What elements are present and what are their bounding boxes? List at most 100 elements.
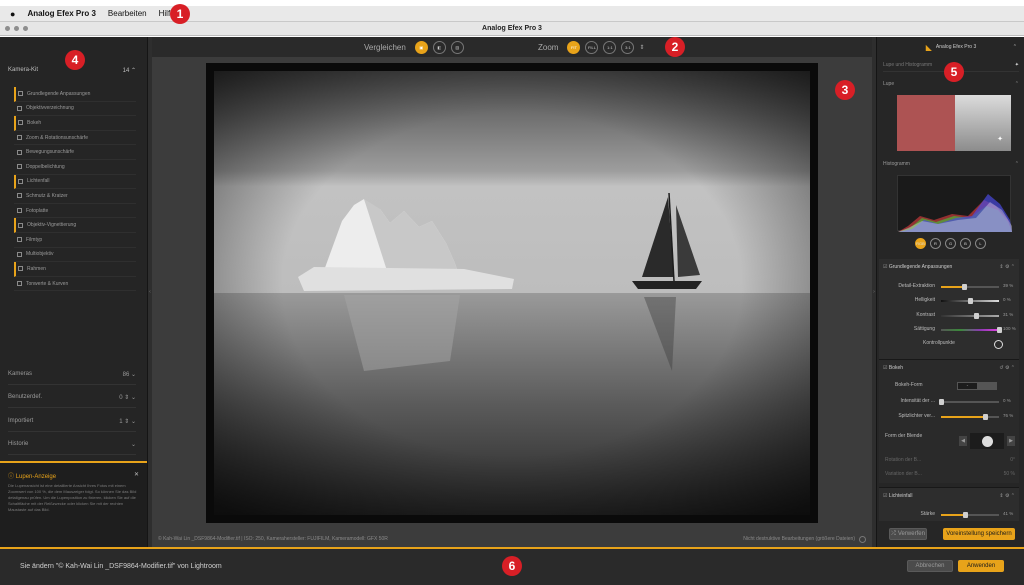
apple-icon[interactable]: ● <box>10 9 15 19</box>
section-historie[interactable]: Historie ⌄ <box>8 441 136 455</box>
slider-knob[interactable] <box>968 298 973 304</box>
section-tools-icon[interactable]: ↺ ⚙ ⌃ <box>999 365 1015 371</box>
camera-kit-item[interactable]: Schmutz & Kratzer <box>14 189 136 204</box>
slider-knob[interactable] <box>961 284 967 290</box>
section-importiert[interactable]: Importiert 1 ⇕ ⌄ <box>8 418 136 432</box>
chevron-up-icon[interactable]: ⌃ <box>131 68 136 74</box>
compare-split-view-button[interactable]: ◧ <box>432 41 446 54</box>
loupe-info-box: ⓘ Lupen-Anzeige ✕ Die Lupenansicht ist e… <box>0 461 147 547</box>
discard-button[interactable]: ⤮ Verwerfen <box>889 528 927 540</box>
tool-icon <box>17 105 22 111</box>
zoom-fit-button[interactable]: FIT <box>567 41 581 54</box>
slider-track[interactable] <box>941 414 999 420</box>
section-tools-icon[interactable]: ⇕ ⚙ ⌃ <box>999 264 1015 270</box>
menu-app-name[interactable]: Analog Efex Pro 3 <box>27 9 95 18</box>
histogram-header[interactable]: Histogramm ⌃ <box>883 161 1019 167</box>
apply-button[interactable]: Anwenden <box>958 560 1004 572</box>
camera-kit-item[interactable]: Lichtenfall <box>14 174 136 190</box>
slider-label: Intensität der ... <box>900 398 935 404</box>
updown-icon[interactable]: ⇕ <box>124 419 129 425</box>
zoom-window-button[interactable] <box>23 26 28 31</box>
info-text: Die Lupenansicht ist eine detaillierte A… <box>8 483 137 512</box>
menu-bearbeiten[interactable]: Bearbeiten <box>108 9 147 18</box>
loupe-label: Lupe <box>883 81 895 87</box>
zoom-stepper-icon[interactable]: ⇕ <box>639 44 644 51</box>
chevron-up-icon[interactable]: ⌃ <box>1015 161 1019 167</box>
camera-kit-item[interactable]: Objektiv-Vignettierung <box>14 218 136 233</box>
chevron-up-icon[interactable]: ⌃ <box>1015 81 1019 87</box>
camera-kit-item[interactable]: Filmtyp <box>14 233 136 248</box>
annotation-marker-1: 1 <box>170 4 190 24</box>
slider-track[interactable] <box>941 298 999 304</box>
basic-adjustments-header[interactable]: ☑ Grundlegende Anpassungen ⇕ ⚙ ⌃ <box>883 264 1015 270</box>
bokeh-header[interactable]: ☑ Bokeh ↺ ⚙ ⌃ <box>883 365 1015 371</box>
slider-track[interactable] <box>941 313 999 319</box>
checkbox-icon[interactable]: ☑ <box>883 493 887 499</box>
aperture-prev-button[interactable]: ◀ <box>959 436 967 446</box>
slider-track[interactable] <box>939 399 999 405</box>
section-tools-icon[interactable]: ⇕ ⚙ ⌃ <box>999 493 1015 499</box>
cancel-button[interactable]: Abbrechen <box>907 560 953 572</box>
slider-track[interactable] <box>941 284 999 290</box>
channel-b-button[interactable]: B <box>960 238 971 249</box>
camera-kit-item[interactable]: Bewegungsunschärfe <box>14 145 136 160</box>
photo-preview[interactable] <box>214 71 810 515</box>
light-header[interactable]: ☑ Lichteinfall ⇕ ⚙ ⌃ <box>883 493 1015 499</box>
camera-kit-item[interactable]: Bokeh <box>14 116 136 131</box>
add-control-point-icon[interactable] <box>994 340 1003 349</box>
camera-kit-item[interactable]: Tonwerte & Kurven <box>14 277 136 292</box>
section-benutzerdef[interactable]: Benutzerdef. 0 ⇕ ⌄ <box>8 394 136 408</box>
chevron-down-icon[interactable]: ⌄ <box>131 372 136 378</box>
slider-knob[interactable] <box>973 313 979 319</box>
slider-knob[interactable] <box>997 327 1002 333</box>
pin-icon[interactable]: ✦ <box>997 135 1003 143</box>
collapse-panel-icon[interactable]: ⌃ <box>1013 44 1017 50</box>
chevron-down-icon[interactable]: ⌄ <box>131 441 136 448</box>
slider-knob[interactable] <box>983 414 989 420</box>
slider-knob[interactable] <box>962 512 968 518</box>
loupe-header[interactable]: Lupe ⌃ <box>883 81 1019 87</box>
channel-g-button[interactable]: G <box>945 238 956 249</box>
slider-track[interactable] <box>941 512 999 518</box>
bokeh-shape-toggle[interactable]: - <box>957 382 997 390</box>
annotation-marker-4: 4 <box>65 50 85 70</box>
camera-kit-item[interactable]: Zoom & Rotationsunschärfe <box>14 131 136 146</box>
zoom-fill-button[interactable]: FILL <box>585 41 599 54</box>
camera-kit-item[interactable]: Fotoplatte <box>14 204 136 219</box>
compare-side-by-side-button[interactable]: ▥ <box>450 41 464 54</box>
pin-icon[interactable]: ✦ <box>1015 62 1019 68</box>
checkbox-icon[interactable]: ☑ <box>883 365 887 371</box>
zoom-3-1-button[interactable]: 3:1 <box>621 41 635 54</box>
camera-kit-item[interactable]: Doppelbelichtung <box>14 160 136 175</box>
channel-l-button[interactable]: L <box>975 238 986 249</box>
slider-track[interactable] <box>941 327 1002 333</box>
channel-r-button[interactable]: R <box>930 238 941 249</box>
checkbox-icon[interactable]: ☑ <box>883 264 887 270</box>
chevron-down-icon[interactable]: ⌄ <box>131 419 136 425</box>
minimize-window-button[interactable] <box>14 26 19 31</box>
camera-kit-item[interactable]: Objektivverzeichnung <box>14 102 136 117</box>
camera-kit-item[interactable]: Multiobjektiv <box>14 248 136 263</box>
save-preset-button[interactable]: Voreinstellung speichern <box>943 528 1015 540</box>
updown-icon[interactable]: ⇕ <box>124 395 129 401</box>
loupe-view[interactable]: ✦ <box>897 95 1011 151</box>
camera-kit-title: Kamera-Kit <box>8 67 39 73</box>
chevron-down-icon[interactable]: ⌄ <box>131 395 136 401</box>
channel-rgb-button[interactable]: RGB <box>915 238 926 249</box>
aperture-next-button[interactable]: ▶ <box>1007 436 1015 446</box>
aperture-rotation-value: 0° <box>1010 457 1015 463</box>
compare-single-view-button[interactable]: ▣ <box>414 41 428 54</box>
slider-knob[interactable] <box>939 399 944 405</box>
section-kameras[interactable]: Kameras 86 ⌄ <box>8 371 136 385</box>
camera-kit-item[interactable]: Grundlegende Anpassungen <box>14 87 136 102</box>
slider-label: Sättigung <box>913 326 935 332</box>
slider-value: 76 % <box>1003 413 1014 418</box>
left-panel: Kamera-Kit 14 ⌃ Grundlegende Anpassungen… <box>0 37 148 547</box>
camera-kit-item[interactable]: Rahmen <box>14 262 136 277</box>
nondestructive-toggle[interactable] <box>859 535 866 543</box>
close-window-button[interactable] <box>5 26 10 31</box>
aperture-variation-label: Variation der B... <box>885 471 922 477</box>
camera-kit-count: 14 <box>122 68 130 74</box>
zoom-1-1-button[interactable]: 1:1 <box>603 41 617 54</box>
close-icon[interactable]: ✕ <box>134 471 139 480</box>
